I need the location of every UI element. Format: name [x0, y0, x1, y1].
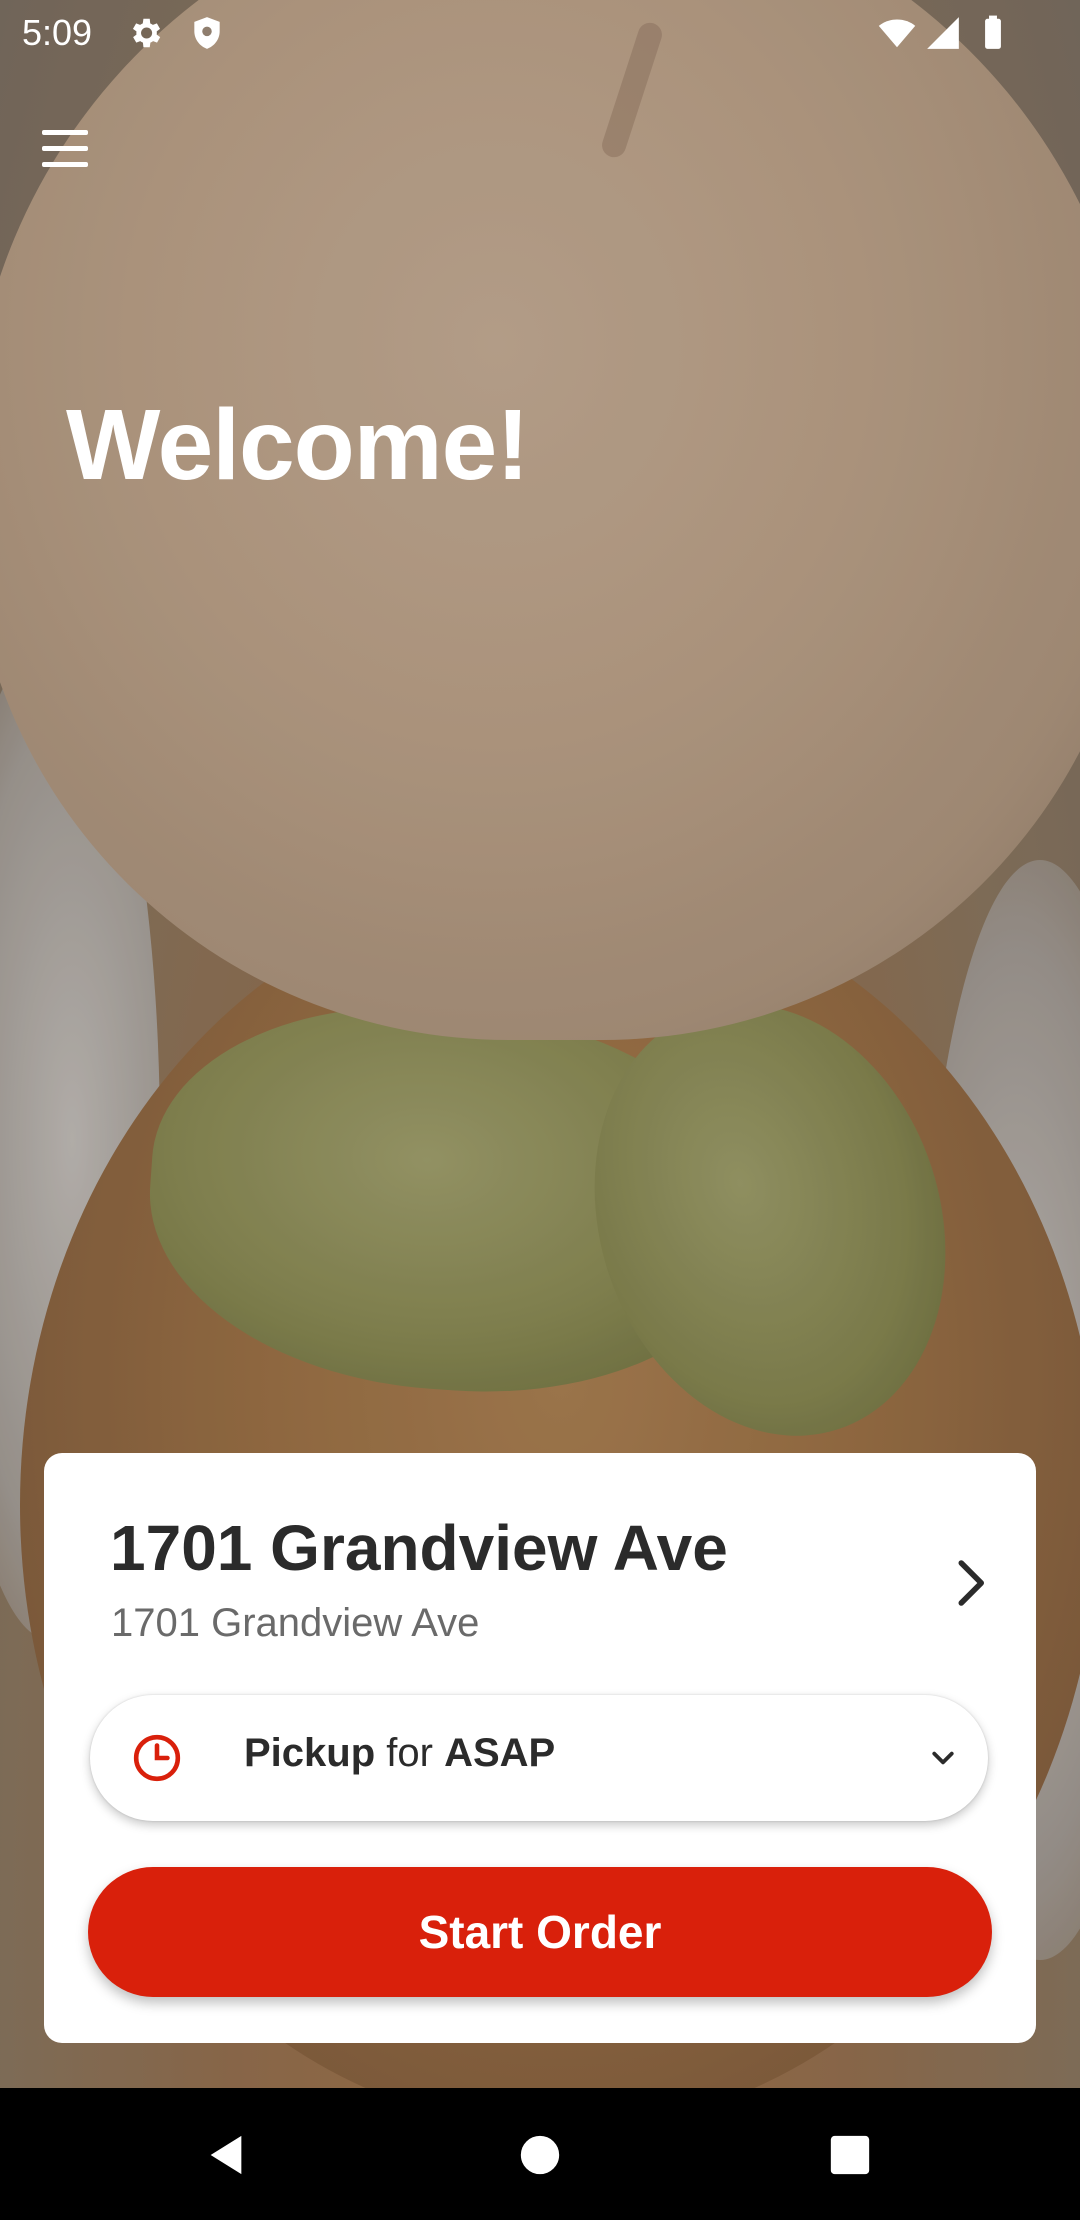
chevron-down-icon[interactable] [928, 1743, 958, 1773]
system-nav-bar [0, 2088, 1080, 2220]
recents-icon[interactable] [827, 2132, 873, 2178]
battery-icon [985, 15, 1001, 49]
chevron-right-icon[interactable] [940, 1553, 1000, 1613]
status-time: 5:09 [22, 12, 93, 53]
pickup-time-selector[interactable]: Pickup for ASAP [90, 1695, 988, 1821]
location-title[interactable]: 1701 Grandview Ave [110, 1511, 728, 1585]
wifi-icon [878, 19, 916, 48]
pickup-time: ASAP [444, 1731, 556, 1775]
status-bar: 5:09 [0, 0, 1080, 66]
location-card: 1701 Grandview Ave 1701 Grandview Ave Pi… [44, 1453, 1036, 2043]
screen: 5:09 Welcome! 1701 Grandview Ave 1701 Gr… [0, 0, 1080, 2220]
pickup-connector: for [386, 1731, 433, 1775]
welcome-heading: Welcome! [66, 389, 530, 501]
pickup-text: Pickup for ASAP [244, 1731, 555, 1776]
gear-icon [132, 18, 161, 48]
location-address: 1701 Grandview Ave [111, 1601, 480, 1645]
back-icon[interactable] [203, 2132, 249, 2178]
hamburger-menu-icon[interactable] [40, 124, 90, 174]
home-icon[interactable] [517, 2132, 563, 2178]
shield-icon [194, 17, 220, 49]
clock-icon [133, 1734, 181, 1782]
pickup-mode: Pickup [244, 1731, 376, 1775]
cellular-signal-icon [927, 17, 959, 49]
start-order-button[interactable]: Start Order [88, 1867, 992, 1997]
